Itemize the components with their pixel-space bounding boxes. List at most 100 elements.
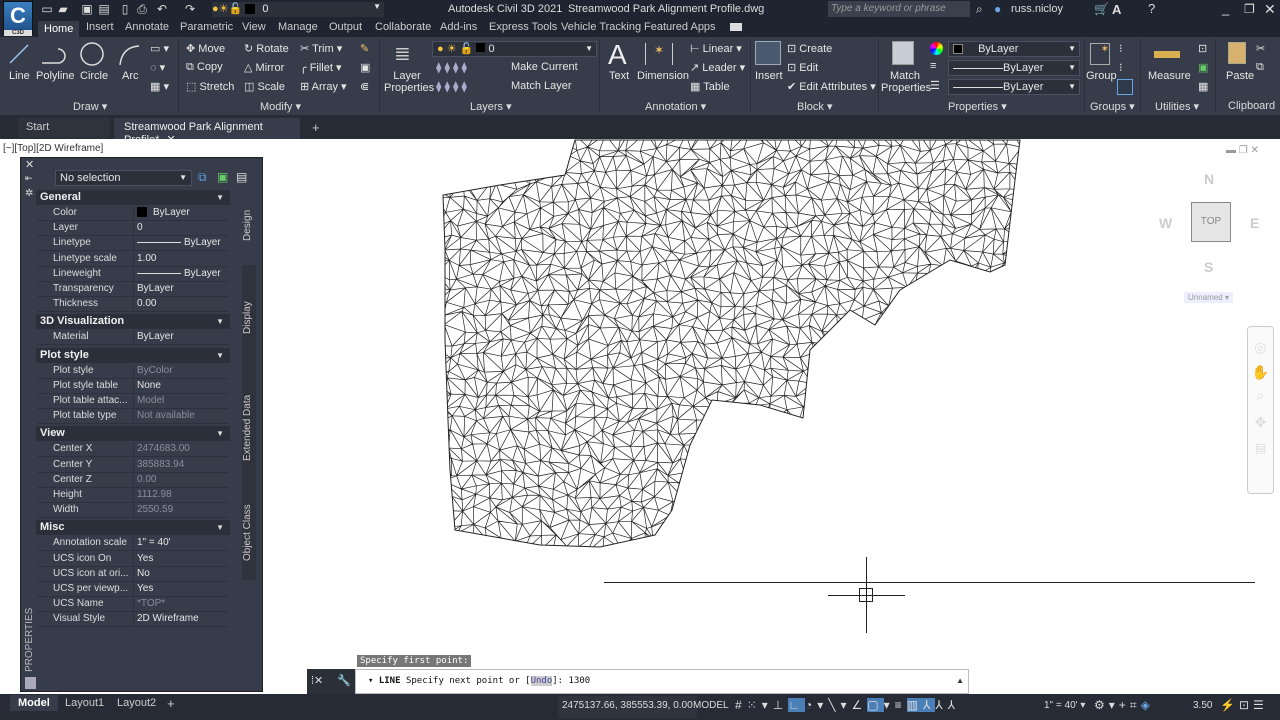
command-history-toggle[interactable]: ▲ <box>956 676 964 685</box>
tab-extended-data[interactable]: Extended Data <box>242 370 256 485</box>
viewcube-east[interactable]: E <box>1250 215 1259 231</box>
open-icon[interactable]: ▰ <box>56 2 70 16</box>
property-row[interactable]: Plot table type Not available <box>37 409 229 425</box>
property-row[interactable]: Center X 2474683.00 <box>37 442 229 458</box>
fillet-button[interactable]: ╭ Fillet ▾ <box>300 61 342 74</box>
rectangle-icon[interactable]: ▭ ▾ <box>150 42 169 55</box>
help-icon[interactable]: ? <box>1148 1 1155 16</box>
property-row[interactable]: UCS icon On Yes <box>37 552 229 567</box>
viewport-controls-label[interactable]: [−][Top][2D Wireframe] <box>3 143 103 154</box>
property-value[interactable]: 385883.94 <box>133 458 184 473</box>
arc-button[interactable]: Arc <box>122 70 139 82</box>
measure-button[interactable]: Measure <box>1148 70 1191 82</box>
property-row[interactable]: Color ByLayer <box>37 206 229 221</box>
edit-block-button[interactable]: ⊡ Edit <box>787 61 818 74</box>
linear-button[interactable]: ⊢ Linear ▾ <box>690 42 742 55</box>
block-panel-title[interactable]: Block ▾ <box>797 100 832 113</box>
section-header-misc[interactable]: Misc ▼ <box>36 520 230 536</box>
linetype-dropdown[interactable]: ByLayer ▼ <box>948 60 1080 76</box>
property-row[interactable]: Linetype ByLayer <box>37 236 229 252</box>
section-header-view[interactable]: View ▼ <box>36 426 230 442</box>
property-row[interactable]: UCS Name *TOP* <box>37 597 229 613</box>
property-row[interactable]: Thickness 0.00 <box>37 297 229 313</box>
quick-layer-dropdown[interactable]: ●☀🔓 0 ▼ <box>212 2 384 17</box>
orbit-icon[interactable]: ✥ <box>1248 414 1273 431</box>
coordinates-readout[interactable]: 2475137.66, 385553.39, 0.00 <box>558 696 697 718</box>
tab-add-ins[interactable]: Add-ins <box>440 21 477 33</box>
tab-express-tools[interactable]: Express Tools <box>489 21 557 33</box>
navigation-bar[interactable]: ◎ ✋ ⌕ ✥ ▤ <box>1247 326 1274 494</box>
ucs-dropdown[interactable]: Unnamed ▾ <box>1184 292 1233 303</box>
palette-autohide-icon[interactable]: ⇤ <box>25 173 33 184</box>
save-as-icon[interactable]: ▤ <box>97 2 111 16</box>
palette-settings-icon[interactable]: ✲ <box>25 188 33 199</box>
property-value[interactable]: No <box>133 567 150 582</box>
tab-layout1[interactable]: Layout1 <box>65 697 104 709</box>
tab-output[interactable]: Output <box>329 21 362 33</box>
groups-panel-title[interactable]: Groups ▾ <box>1090 100 1135 113</box>
gradient-icon[interactable]: ▦ ▾ <box>150 80 169 93</box>
annotation-panel-title[interactable]: Annotation ▾ <box>645 100 706 113</box>
layer-tool-icons-row1[interactable]: ⧫ ⧫ ⧫ ⧫ <box>436 61 467 74</box>
zoom-extents-icon[interactable]: ⌕ <box>1248 387 1273 404</box>
section-header-3d-visualization[interactable]: 3D Visualization ▼ <box>36 314 230 330</box>
selection-dropdown[interactable]: No selection ▼ <box>55 170 192 186</box>
tab-display[interactable]: Display <box>242 265 256 370</box>
properties-panel-title[interactable]: Properties ▾ <box>948 100 1007 113</box>
tab-drawing-active[interactable]: Streamwood Park Alignment Profile* ✕ <box>114 118 300 146</box>
tab-view[interactable]: View <box>242 21 266 33</box>
table-button[interactable]: ▦ Table <box>690 80 730 93</box>
property-value[interactable]: *TOP* <box>133 598 165 613</box>
toggle-pickadd-icon[interactable]: ⧉ <box>198 170 207 185</box>
status-value[interactable]: 3.50 <box>1193 700 1212 711</box>
command-line-input[interactable]: ▾ LINE Specify next point or [Undo]: 130… <box>355 669 969 694</box>
tab-featured-apps[interactable]: Featured Apps <box>644 21 716 33</box>
property-value[interactable]: Yes <box>133 583 153 597</box>
property-row[interactable]: Center Y 385883.94 <box>37 458 229 473</box>
property-value[interactable]: 0.00 <box>133 298 156 313</box>
cut-icon[interactable]: ✂ <box>1256 42 1265 55</box>
property-row[interactable]: Plot style ByColor <box>37 364 229 379</box>
array-button[interactable]: ⊞ Array ▾ <box>300 80 347 93</box>
property-value[interactable]: 2474683.00 <box>133 443 190 458</box>
property-value[interactable]: 1112.98 <box>133 489 172 503</box>
trim-button[interactable]: ✂ Trim ▾ <box>300 42 342 55</box>
property-value[interactable]: Not available <box>133 410 195 425</box>
property-value[interactable]: Model <box>133 395 164 409</box>
property-row[interactable]: Lineweight ByLayer <box>37 267 229 282</box>
search-icon[interactable]: ⌕ <box>976 2 983 17</box>
palette-close-icon[interactable]: ✕ <box>25 158 34 171</box>
annotation-scale-dropdown[interactable]: 1" = 40' ▾ <box>1044 700 1085 711</box>
group-button[interactable]: Group <box>1086 70 1117 82</box>
plot-icon[interactable]: ⎙ <box>135 2 149 16</box>
property-row[interactable]: Material ByLayer <box>37 330 229 346</box>
layer-dropdown[interactable]: ● ☀ 🔓 0 ▼ <box>432 41 597 57</box>
property-row[interactable]: Transparency ByLayer <box>37 282 229 297</box>
status-right-icons[interactable]: ⚡⊡☰ <box>1220 698 1268 712</box>
close-command-icon[interactable]: ⁞✕ <box>311 674 323 687</box>
property-value[interactable]: 0.00 <box>133 473 156 488</box>
tab-home[interactable]: Home <box>38 21 80 37</box>
draw-panel-title[interactable]: Draw ▾ <box>73 100 107 113</box>
chevron-down-icon[interactable]: ▼ <box>216 314 224 329</box>
hatch-icon[interactable]: ◌ ▾ <box>150 61 165 74</box>
tab-insert[interactable]: Insert <box>86 21 114 33</box>
restore-button[interactable]: ❐ <box>1244 2 1255 16</box>
customize-wrench-icon[interactable]: 🔧 <box>337 674 351 687</box>
workspace-toggles[interactable]: ⚙▾+⌗◈ <box>1094 698 1154 713</box>
match-layer-button[interactable]: Match Layer <box>511 80 572 92</box>
text-button[interactable]: Text <box>609 70 629 82</box>
tab-design[interactable]: Design <box>242 185 256 265</box>
section-header-general[interactable]: General ▼ <box>36 190 230 205</box>
tab-annotate[interactable]: Annotate <box>125 21 169 33</box>
lineweight-dropdown[interactable]: ByLayer ▼ <box>948 79 1080 95</box>
move-button[interactable]: ✥ Move <box>186 42 225 55</box>
section-header-plot-style[interactable]: Plot style ▼ <box>36 347 230 363</box>
utilities-panel-title[interactable]: Utilities ▾ <box>1155 100 1199 113</box>
modify-panel-title[interactable]: Modify ▾ <box>260 100 301 113</box>
rotate-button[interactable]: ↻ Rotate <box>244 42 289 55</box>
showmotion-icon[interactable]: ▤ <box>1248 441 1273 455</box>
erase-icon[interactable]: ✎ <box>360 42 369 55</box>
property-value[interactable]: None <box>133 379 161 394</box>
property-value[interactable]: ByLayer <box>133 207 190 221</box>
